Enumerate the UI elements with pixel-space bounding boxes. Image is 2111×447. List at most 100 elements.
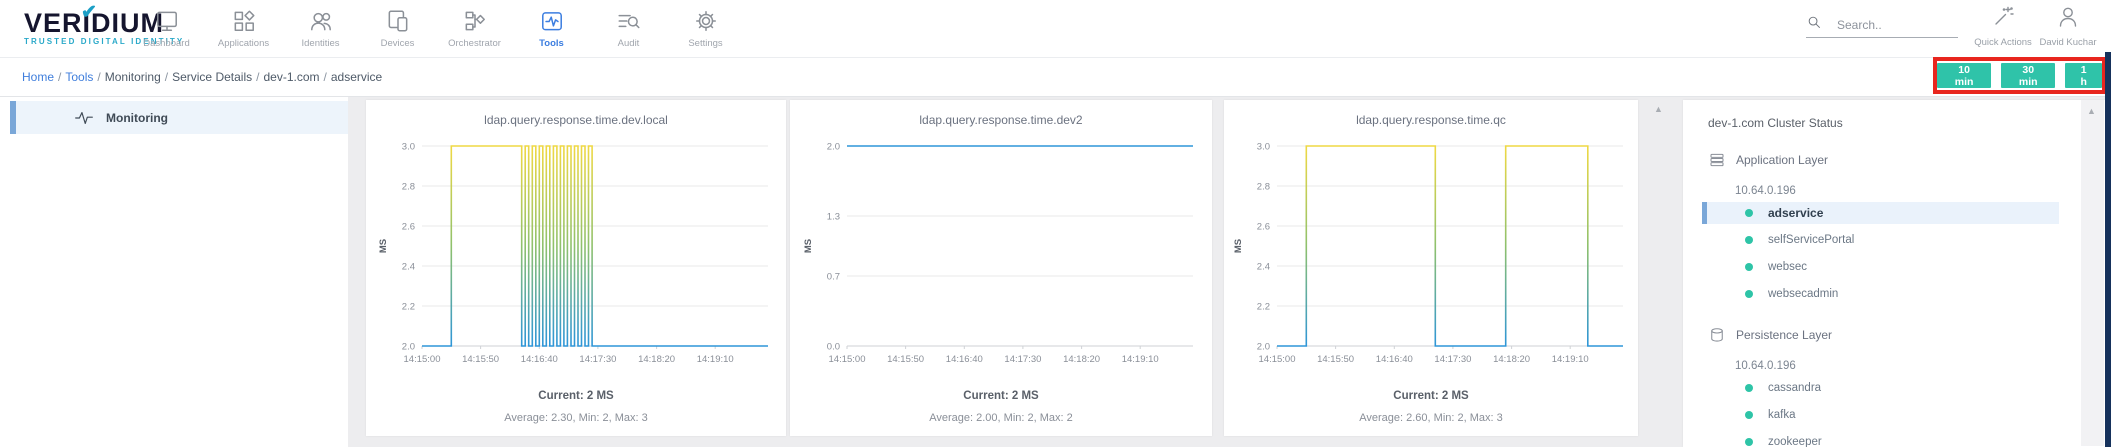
nav-label: Orchestrator <box>448 38 501 49</box>
nav-item-applications[interactable]: Applications <box>205 4 282 49</box>
cluster-section-header: Persistence Layer <box>1708 326 2105 344</box>
nav-item-identities[interactable]: Identities <box>282 4 359 49</box>
service-item-zookeeper[interactable]: zookeeper <box>1702 431 2105 447</box>
svg-text:14:18:20: 14:18:20 <box>1063 354 1100 365</box>
sidebar-item-monitoring[interactable]: Monitoring <box>10 101 348 134</box>
svg-text:14:16:40: 14:16:40 <box>1376 354 1413 365</box>
chart-title: ldap.query.response.time.dev.local <box>366 100 786 132</box>
status-dot <box>1745 263 1753 271</box>
breadcrumb-bar: Home/Tools/Monitoring/Service Details/de… <box>0 58 2111 97</box>
svg-text:2.4: 2.4 <box>402 262 415 273</box>
service-item-websec[interactable]: websec <box>1702 256 2105 278</box>
svg-text:MS: MS <box>1233 239 1244 253</box>
svg-text:2.4: 2.4 <box>1257 262 1270 273</box>
svg-text:14:19:10: 14:19:10 <box>1552 354 1589 365</box>
svg-text:0.0: 0.0 <box>827 342 840 353</box>
time-range-button-1-h[interactable]: 1 h <box>2065 63 2102 88</box>
svg-text:14:15:50: 14:15:50 <box>462 354 499 365</box>
quick-actions-button[interactable]: Quick Actions <box>1968 5 2038 48</box>
status-dot <box>1745 384 1753 392</box>
breadcrumb-item-tools[interactable]: Tools <box>65 70 93 84</box>
quick-actions-label: Quick Actions <box>1974 37 2032 48</box>
service-item-cassandra[interactable]: cassandra <box>1702 377 2105 399</box>
svg-text:14:15:00: 14:15:00 <box>404 354 441 365</box>
svg-text:MS: MS <box>378 239 389 253</box>
svg-text:3.0: 3.0 <box>1257 142 1270 153</box>
service-name: websecadmin <box>1768 288 1838 300</box>
scroll-up-arrow[interactable]: ▲ <box>2087 106 2096 116</box>
svg-text:1.3: 1.3 <box>827 212 840 223</box>
svg-text:2.0: 2.0 <box>1257 342 1270 353</box>
cluster-host-address: 10.64.0.196 <box>1735 185 2105 197</box>
svg-text:2.6: 2.6 <box>402 222 415 233</box>
status-dot <box>1745 236 1753 244</box>
dashboard-icon <box>154 7 180 35</box>
search-input[interactable]: Search.. <box>1806 12 1958 38</box>
nav-label: Applications <box>218 38 269 49</box>
breadcrumb-separator: / <box>58 70 61 84</box>
status-dot <box>1745 411 1753 419</box>
nav-item-orchestrator[interactable]: Orchestrator <box>436 4 513 49</box>
nav-label: Dashboard <box>143 38 189 49</box>
window-edge <box>2105 52 2111 447</box>
monitoring-pulse-icon <box>74 108 94 128</box>
breadcrumb-separator: / <box>256 70 259 84</box>
breadcrumb-item-home[interactable]: Home <box>22 70 54 84</box>
chart-card-dev-local: ldap.query.response.time.dev.local 3.0 2… <box>366 100 786 436</box>
audit-icon <box>616 7 642 35</box>
nav-item-devices[interactable]: Devices <box>359 4 436 49</box>
panel-scrollbar[interactable]: ▲ <box>2081 100 2104 446</box>
cluster-status-panel: dev-1.com Cluster Status Application Lay… <box>1683 100 2105 447</box>
svg-text:14:15:00: 14:15:00 <box>1259 354 1296 365</box>
svg-text:14:17:30: 14:17:30 <box>1434 354 1471 365</box>
nav-item-tools[interactable]: Tools <box>513 4 590 49</box>
chart-current-value: Current: 2 MS <box>1224 390 1638 402</box>
cluster-section-persistence-layer: Persistence Layer 10.64.0.196 cassandra … <box>1683 326 2105 447</box>
nav-label: Devices <box>381 38 415 49</box>
chart-summary-stats: Average: 2.00, Min: 2, Max: 2 <box>790 412 1212 424</box>
status-dot <box>1745 209 1753 217</box>
svg-text:2.2: 2.2 <box>1257 302 1270 313</box>
svg-text:0.7: 0.7 <box>827 272 840 283</box>
service-item-selfserviceportal[interactable]: selfServicePortal <box>1702 229 2105 251</box>
main-nav: Dashboard Applications Identities Device… <box>128 4 744 49</box>
nav-item-audit[interactable]: Audit <box>590 4 667 49</box>
nav-item-settings[interactable]: Settings <box>667 4 744 49</box>
user-menu[interactable]: David Kuchar <box>2034 5 2102 48</box>
chart-current-value: Current: 2 MS <box>790 390 1212 402</box>
wand-icon <box>1991 5 2015 34</box>
svg-text:14:18:20: 14:18:20 <box>638 354 675 365</box>
layers-icon <box>1708 151 1726 169</box>
cluster-section-label: Application Layer <box>1736 153 1828 167</box>
scroll-up-arrow[interactable]: ▲ <box>1654 104 1663 114</box>
identities-icon <box>308 7 334 35</box>
chart-card-dev2: ldap.query.response.time.dev2 2.0 1.3 0.… <box>790 100 1212 436</box>
nav-label: Identities <box>301 38 339 49</box>
chart-title: ldap.query.response.time.dev2 <box>790 100 1212 132</box>
breadcrumb: Home/Tools/Monitoring/Service Details/de… <box>22 70 386 84</box>
breadcrumb-separator: / <box>165 70 168 84</box>
breadcrumb-separator: / <box>97 70 100 84</box>
status-dot <box>1745 438 1753 446</box>
svg-text:2.2: 2.2 <box>402 302 415 313</box>
svg-text:2.8: 2.8 <box>1257 182 1270 193</box>
chart-card-qc: ldap.query.response.time.qc 3.0 2.8 2.6 … <box>1224 100 1638 436</box>
chart-summary-stats: Average: 2.30, Min: 2, Max: 3 <box>366 412 786 424</box>
user-name: David Kuchar <box>2039 37 2096 48</box>
service-item-websecadmin[interactable]: websecadmin <box>1702 283 2105 305</box>
svg-text:14:19:10: 14:19:10 <box>697 354 734 365</box>
database-icon <box>1708 326 1726 344</box>
time-range-button-30-min[interactable]: 30 min <box>2001 63 2055 88</box>
cluster-section-label: Persistence Layer <box>1736 328 1832 342</box>
tools-icon <box>539 7 565 35</box>
service-item-adservice[interactable]: adservice <box>1702 202 2059 224</box>
svg-text:2.0: 2.0 <box>827 142 840 153</box>
service-item-kafka[interactable]: kafka <box>1702 404 2105 426</box>
service-name: kafka <box>1768 409 1796 421</box>
search-icon <box>1806 14 1823 36</box>
time-range-button-10-min[interactable]: 10 min <box>1937 63 1991 88</box>
svg-text:14:15:50: 14:15:50 <box>1317 354 1354 365</box>
svg-text:14:19:10: 14:19:10 <box>1122 354 1159 365</box>
svg-text:14:16:40: 14:16:40 <box>946 354 983 365</box>
nav-item-dashboard[interactable]: Dashboard <box>128 4 205 49</box>
